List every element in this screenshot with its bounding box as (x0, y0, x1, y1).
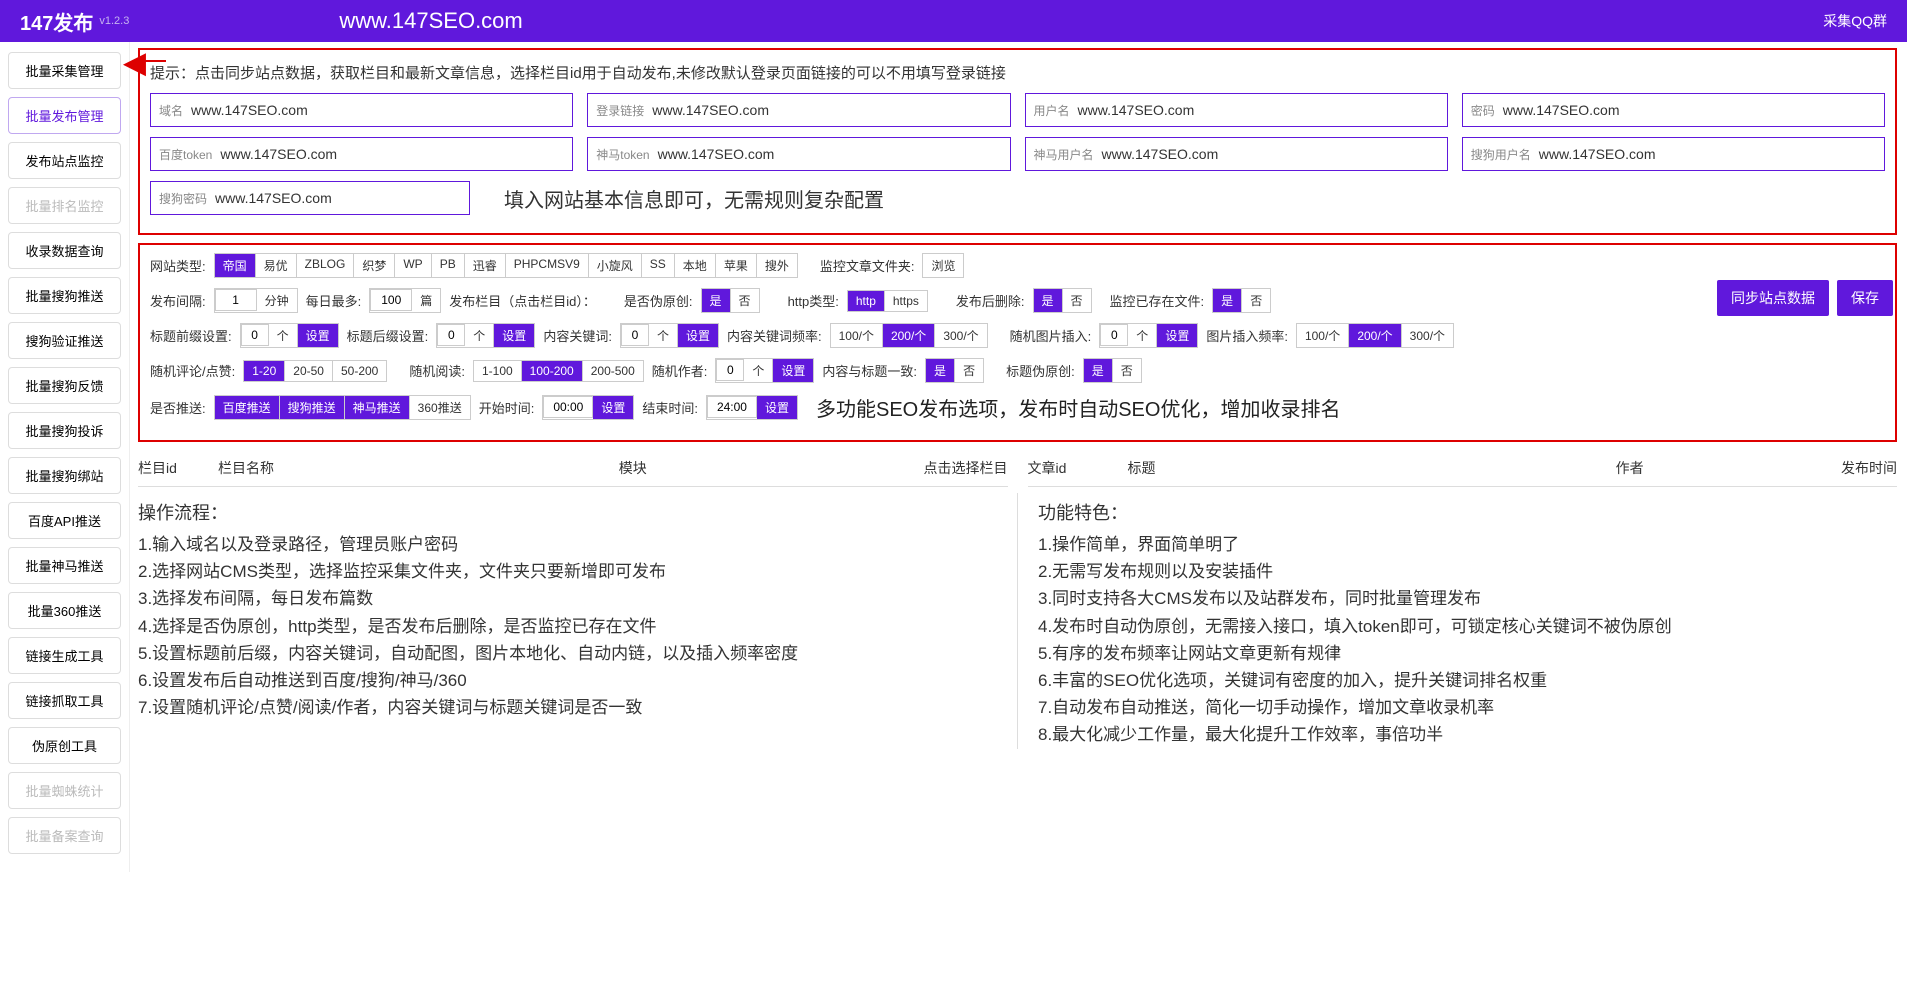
input-field[interactable]: 百度tokenwww.147SEO.com (150, 137, 573, 171)
feature-note: 多功能SEO发布选项，发布时自动SEO优化，增加收录排名 (816, 393, 1340, 422)
sidebar-item[interactable]: 批量360推送 (8, 592, 121, 629)
site-type-option[interactable]: WP (395, 254, 431, 277)
site-type-option[interactable]: PB (432, 254, 465, 277)
sidebar-item[interactable]: 批量发布管理 (8, 97, 121, 134)
like-seg[interactable]: 1-2020-5050-200 (243, 360, 387, 382)
sidebar-item[interactable]: 批量采集管理 (8, 52, 121, 89)
sidebar-item[interactable]: 批量搜狗绑站 (8, 457, 121, 494)
arrow-icon: ◀ (124, 46, 146, 79)
kw-set[interactable]: 设置 (678, 324, 718, 347)
sync-button[interactable]: 同步站点数据 (1717, 280, 1829, 316)
input-field[interactable]: 神马用户名www.147SEO.com (1025, 137, 1448, 171)
site-type-option[interactable]: PHPCMSV9 (506, 254, 589, 277)
sidebar-item[interactable]: 批量蜘蛛统计 (8, 772, 121, 809)
table-right-header: 文章id标题作者发布时间 (1028, 450, 1898, 487)
content: ◀ 提示：点击同步站点数据，获取栏目和最新文章信息，选择栏目id用于自动发布,未… (130, 42, 1907, 872)
sidebar-item[interactable]: 收录数据查询 (8, 232, 121, 269)
site-type-option[interactable]: 本地 (675, 254, 716, 277)
site-type-option[interactable]: 迅睿 (465, 254, 506, 277)
read-seg[interactable]: 1-100100-200200-500 (473, 360, 644, 382)
sidebar-item[interactable]: 发布站点监控 (8, 142, 121, 179)
browse-button[interactable]: 浏览 (923, 254, 963, 277)
exist-toggle[interactable]: 是否 (1212, 288, 1271, 313)
site-type-option[interactable]: 帝国 (215, 254, 256, 277)
info-note: 填入网站基本信息即可，无需规则复杂配置 (504, 184, 884, 213)
sidebar-item[interactable]: 搜狗验证推送 (8, 322, 121, 359)
sidebar-item[interactable]: 百度API推送 (8, 502, 121, 539)
arrow-line (144, 60, 166, 62)
site-type-option[interactable]: 小旋风 (589, 254, 642, 277)
kw-input[interactable] (621, 324, 649, 346)
title-toggle[interactable]: 是否 (1083, 358, 1142, 383)
hint-text: 提示：点击同步站点数据，获取栏目和最新文章信息，选择栏目id用于自动发布,未修改… (150, 62, 1885, 83)
input-field[interactable]: 登录链接www.147SEO.com (587, 93, 1010, 127)
img-set[interactable]: 设置 (1157, 324, 1197, 347)
sidebar-item[interactable]: 批量搜狗推送 (8, 277, 121, 314)
input-field[interactable]: 搜狗用户名www.147SEO.com (1462, 137, 1885, 171)
flow-list: 1.输入域名以及登录路径，管理员账户密码2.选择网站CMS类型，选择监控采集文件… (138, 531, 997, 721)
sidebar-item[interactable]: 批量排名监控 (8, 187, 121, 224)
sidebar-item[interactable]: 链接生成工具 (8, 637, 121, 674)
imgr-seg[interactable]: 100/个200/个300/个 (1296, 323, 1454, 348)
push-seg[interactable]: 百度推送搜狗推送神马推送360推送 (214, 395, 471, 420)
start-time[interactable] (543, 396, 593, 418)
site-type-option[interactable]: 织梦 (354, 254, 395, 277)
site-type-option[interactable]: SS (642, 254, 675, 277)
end-time[interactable] (707, 396, 757, 418)
input-field[interactable]: 域名www.147SEO.com (150, 93, 573, 127)
start-set[interactable]: 设置 (593, 396, 633, 419)
sidebar: 批量采集管理批量发布管理发布站点监控批量排名监控收录数据查询批量搜狗推送搜狗验证… (0, 42, 130, 872)
suffix-input[interactable] (437, 324, 465, 346)
prefix-input[interactable] (241, 324, 269, 346)
auth-input[interactable] (716, 359, 744, 381)
site-type-option[interactable]: ZBLOG (297, 254, 355, 277)
top-bar: 147发布 v1.2.3 www.147SEO.com 采集QQ群 (0, 0, 1907, 42)
site-type-option[interactable]: 搜外 (757, 254, 797, 277)
sidebar-item[interactable]: 批量搜狗反馈 (8, 367, 121, 404)
options-box: 网站类型: 帝国易优ZBLOG织梦WPPB迅睿PHPCMSV9小旋风SS本地苹果… (138, 243, 1897, 442)
input-field[interactable]: 用户名www.147SEO.com (1025, 93, 1448, 127)
sidebar-item[interactable]: 批量备案查询 (8, 817, 121, 854)
site-type-option[interactable]: 易优 (256, 254, 297, 277)
field-sogou-pwd[interactable]: 搜狗密码 www.147SEO.com (150, 181, 470, 215)
input-field[interactable]: 密码www.147SEO.com (1462, 93, 1885, 127)
save-button[interactable]: 保存 (1837, 280, 1893, 316)
kwr-seg[interactable]: 100/个200/个300/个 (830, 323, 988, 348)
interval-input[interactable] (215, 289, 257, 311)
feat-list: 1.操作简单，界面简单明了2.无需写发布规则以及安装插件3.同时支持各大CMS发… (1038, 531, 1897, 749)
sidebar-item[interactable]: 批量神马推送 (8, 547, 121, 584)
end-set[interactable]: 设置 (757, 396, 797, 419)
http-toggle[interactable]: httphttps (847, 290, 928, 312)
sidebar-item[interactable]: 链接抓取工具 (8, 682, 121, 719)
table-left-header: 栏目id栏目名称模块点击选择栏目 (138, 450, 1008, 487)
app-version: v1.2.3 (99, 15, 129, 27)
prefix-set[interactable]: 设置 (298, 324, 338, 347)
flow-heading: 操作流程： (138, 499, 997, 525)
img-input[interactable] (1100, 324, 1128, 346)
del-toggle[interactable]: 是否 (1033, 288, 1092, 313)
app-title: 147发布 (20, 7, 93, 36)
site-info-box: 提示：点击同步站点数据，获取栏目和最新文章信息，选择栏目id用于自动发布,未修改… (138, 48, 1897, 235)
suffix-set[interactable]: 设置 (494, 324, 534, 347)
match-toggle[interactable]: 是否 (925, 358, 984, 383)
orig-toggle[interactable]: 是否 (701, 288, 760, 313)
sidebar-item[interactable]: 伪原创工具 (8, 727, 121, 764)
input-field[interactable]: 神马tokenwww.147SEO.com (587, 137, 1010, 171)
sidebar-item[interactable]: 批量搜狗投诉 (8, 412, 121, 449)
qq-group-link[interactable]: 采集QQ群 (1823, 11, 1887, 31)
auth-set[interactable]: 设置 (773, 359, 813, 382)
site-type-segments[interactable]: 帝国易优ZBLOG织梦WPPB迅睿PHPCMSV9小旋风SS本地苹果搜外 (214, 253, 798, 278)
daily-input[interactable] (370, 289, 412, 311)
site-type-option[interactable]: 苹果 (716, 254, 757, 277)
feat-heading: 功能特色： (1038, 499, 1897, 525)
header-url: www.147SEO.com (339, 8, 522, 34)
